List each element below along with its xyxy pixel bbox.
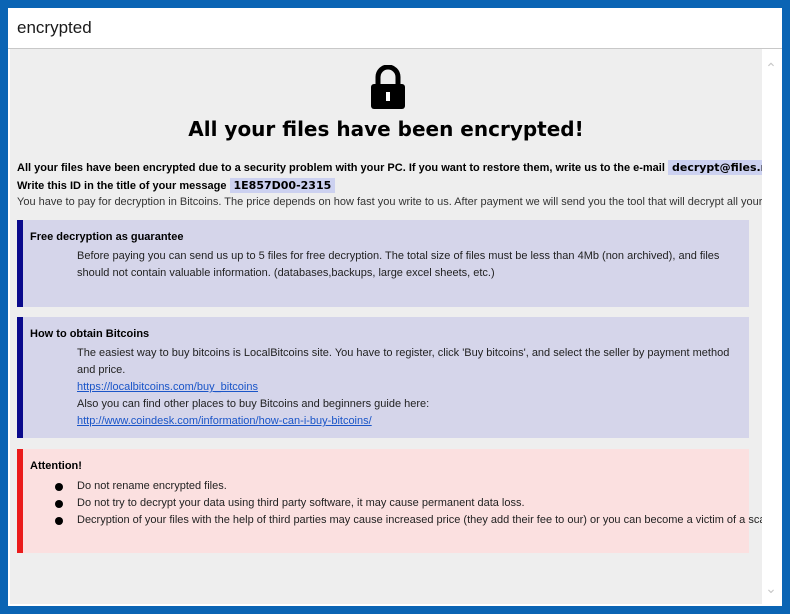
localbitcoins-link[interactable]: https://localbitcoins.com/buy_bitcoins xyxy=(77,381,258,393)
intro-line-2: Write this ID in the title of your messa… xyxy=(17,178,336,193)
id-instruction: Write this ID in the title of your messa… xyxy=(17,180,227,192)
bitcoin-panel: How to obtain Bitcoins The easiest way t… xyxy=(17,317,749,438)
free-decryption-text: Before paying you can send us up to 5 fi… xyxy=(77,250,720,279)
bitcoin-text-1: The easiest way to buy bitcoins is Local… xyxy=(77,347,730,376)
page-heading: All your files have been encrypted! xyxy=(188,117,584,141)
bitcoin-text: The easiest way to buy bitcoins is Local… xyxy=(77,345,749,430)
bullet-icon xyxy=(55,517,63,525)
vertical-scrollbar[interactable]: ⌃ ⌄ xyxy=(762,49,780,604)
attention-panel: Attention! Do not rename encrypted files… xyxy=(17,449,762,553)
bitcoin-title: How to obtain Bitcoins xyxy=(30,328,150,340)
bitcoin-text-2: Also you can find other places to buy Bi… xyxy=(77,398,430,410)
bullet-icon xyxy=(55,500,63,508)
lock-icon xyxy=(371,65,405,109)
free-decryption-title: Free decryption as guarantee xyxy=(30,231,184,243)
coindesk-link[interactable]: http://www.coindesk.com/information/how-… xyxy=(77,415,372,427)
ransom-window: encrypted All your files have been encry… xyxy=(8,8,782,606)
message-content: All your files have been encrypted! All … xyxy=(10,49,762,604)
intro-text: All your files have been encrypted due t… xyxy=(17,162,665,174)
contact-email[interactable]: decrypt@files.mn xyxy=(667,160,762,175)
victim-id: 1E857D00-2315 xyxy=(229,178,336,193)
window-title: encrypted xyxy=(17,18,92,37)
title-bar: encrypted xyxy=(8,8,782,49)
attention-title: Attention! xyxy=(30,460,82,472)
intro-line-1: All your files have been encrypted due t… xyxy=(17,160,762,175)
free-decryption-panel: Free decryption as guarantee Before payi… xyxy=(17,220,749,307)
chevron-down-icon[interactable]: ⌄ xyxy=(764,581,778,595)
payment-info: You have to pay for decryption in Bitcoi… xyxy=(17,196,762,208)
chevron-up-icon[interactable]: ⌃ xyxy=(764,61,778,75)
bullet-icon xyxy=(55,483,63,491)
